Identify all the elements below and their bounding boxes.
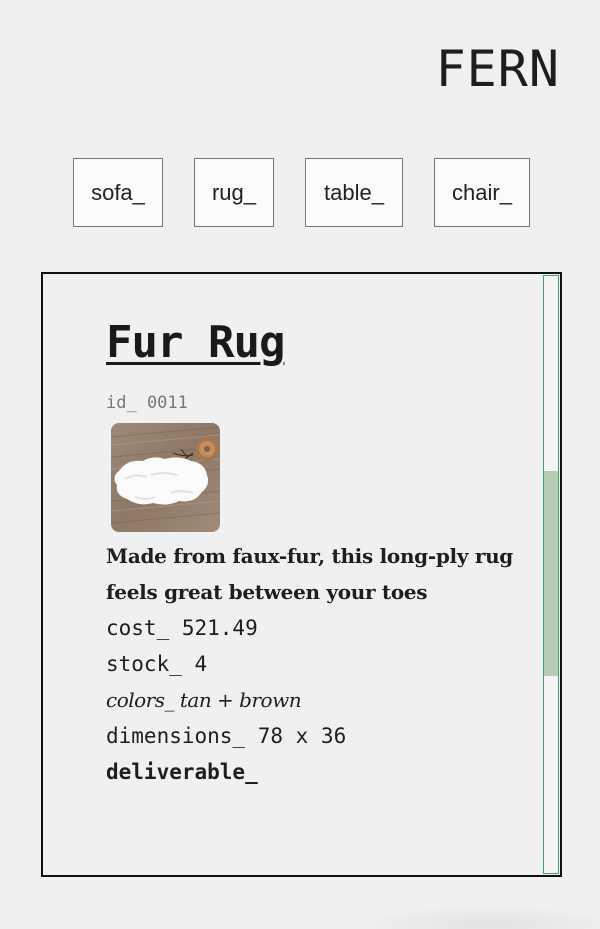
product-description: Made from faux-fur, this long-ply rug fe… <box>106 544 513 605</box>
card-scrollbar[interactable] <box>543 275 559 874</box>
product-details: Fur Rug id_ 0011 Made from faux-fur, thi… <box>106 317 526 790</box>
background-shadow <box>360 905 600 929</box>
product-title: Fur Rug <box>106 317 285 368</box>
category-nav: sofa_ rug_ table_ chair_ <box>0 158 600 227</box>
product-image <box>111 423 220 533</box>
product-dimensions: dimensions_ 78 x 36 <box>106 724 347 749</box>
brand-logo: FERN <box>435 40 560 98</box>
nav-button-chair[interactable]: chair_ <box>434 158 530 227</box>
product-card: Fur Rug id_ 0011 Made from faux-fur, thi… <box>41 272 562 877</box>
scrollbar-thumb[interactable] <box>544 471 558 676</box>
nav-button-rug[interactable]: rug_ <box>194 158 274 227</box>
product-deliverable: deliverable_ <box>106 760 258 785</box>
product-id: id_ 0011 <box>106 393 188 414</box>
nav-button-sofa[interactable]: sofa_ <box>73 158 163 227</box>
product-stock: stock_ 4 <box>106 652 208 677</box>
nav-button-table[interactable]: table_ <box>305 158 403 227</box>
product-colors: colors_ tan + brown <box>106 688 302 713</box>
product-cost: cost_ 521.49 <box>106 616 258 641</box>
